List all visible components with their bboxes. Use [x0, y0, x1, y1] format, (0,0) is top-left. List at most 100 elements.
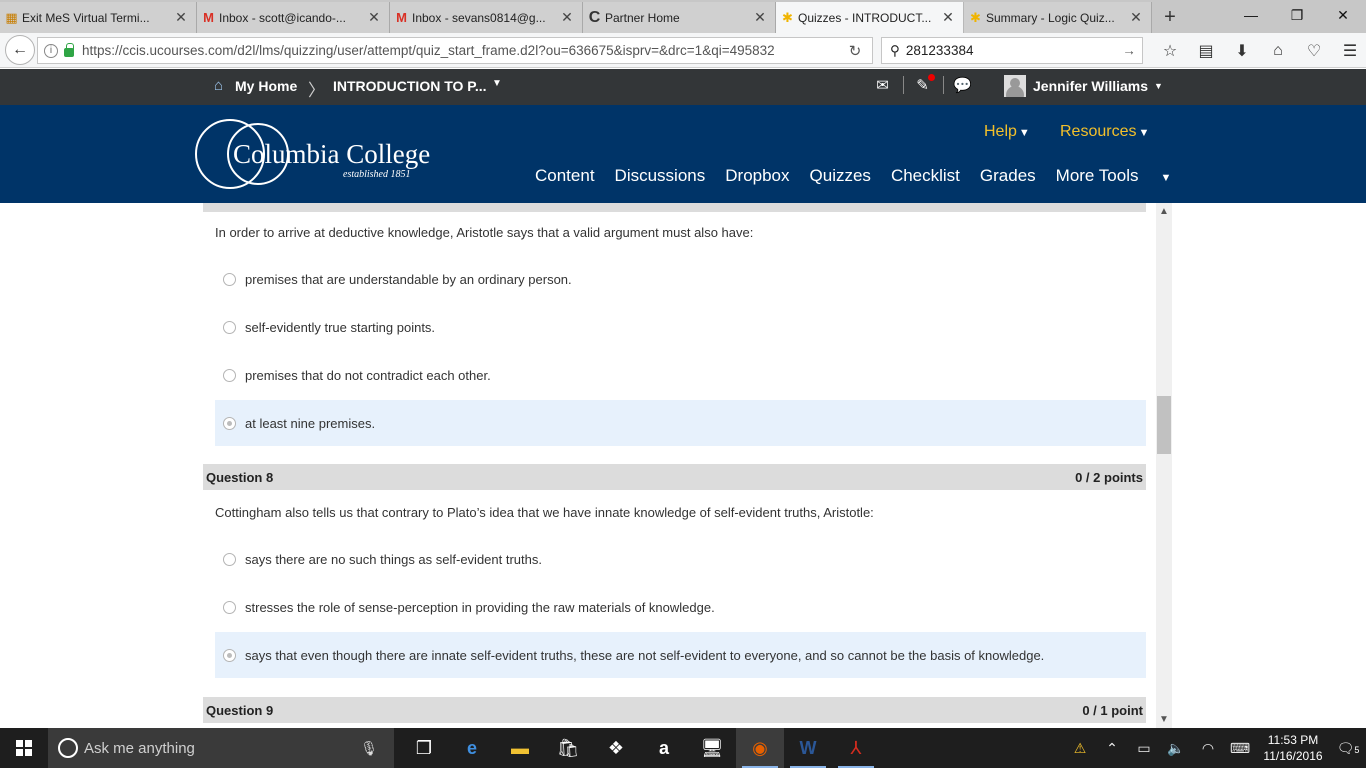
firefox-icon[interactable]: ◉: [736, 728, 784, 768]
toolbar-icons: ☆ ▤ ⬇ ⌂ ♡ ☰: [1152, 33, 1366, 68]
home-icon[interactable]: ⌂: [1260, 42, 1296, 60]
nav-discussions[interactable]: Discussions: [615, 166, 706, 186]
windows-logo-icon: [16, 740, 32, 756]
cortana-search-box[interactable]: Ask me anything 🎙: [48, 728, 394, 768]
help-menu[interactable]: Help ▼: [984, 123, 1030, 141]
browser-tab-active[interactable]: ✱ Quizzes - INTRODUCT... ✕: [776, 2, 964, 33]
pocket-icon[interactable]: ♡: [1296, 41, 1332, 61]
resources-menu[interactable]: Resources ▼: [1060, 123, 1149, 141]
address-bar[interactable]: i https://ccis.ucourses.com/d2l/lms/quiz…: [37, 37, 873, 64]
nav-dropbox[interactable]: Dropbox: [725, 166, 789, 186]
close-icon[interactable]: ✕: [174, 9, 188, 26]
acrobat-icon[interactable]: ⅄: [832, 728, 880, 768]
task-view-icon[interactable]: ❐: [400, 728, 448, 768]
nav-quizzes[interactable]: Quizzes: [810, 166, 871, 186]
answer-option[interactable]: self-evidently true starting points.: [215, 304, 1146, 350]
nav-content[interactable]: Content: [535, 166, 595, 186]
radio-button-selected[interactable]: [223, 648, 236, 662]
browser-tab[interactable]: M Inbox - scott@icando-... ✕: [197, 2, 390, 33]
nav-more-tools[interactable]: More Tools ▼: [1056, 166, 1192, 186]
scroll-down-icon[interactable]: ▼: [1156, 714, 1172, 725]
answer-option[interactable]: premises that are understandable by an o…: [215, 256, 1146, 302]
power-icon[interactable]: ▭: [1128, 740, 1160, 757]
chevron-down-icon: ▼: [1160, 172, 1172, 184]
answer-option[interactable]: premises that do not contradict each oth…: [215, 352, 1146, 398]
question-8-text: Cottingham also tells us that contrary t…: [215, 505, 874, 520]
edge-icon[interactable]: e: [448, 728, 496, 768]
scroll-up-icon[interactable]: ▲: [1156, 206, 1172, 217]
close-icon[interactable]: ✕: [560, 9, 574, 26]
chevron-down-icon: ▼: [1018, 127, 1030, 139]
store-icon[interactable]: 🛍: [544, 728, 592, 768]
radio-button[interactable]: [223, 368, 236, 382]
minimize-icon[interactable]: —: [1228, 0, 1274, 30]
chevron-down-icon[interactable]: ▼: [492, 78, 502, 89]
word-icon[interactable]: W: [784, 728, 832, 768]
d2l-minibar: ⌂ My Home 〉 INTRODUCTION TO P... ▼ ✉ ✎ 💬…: [0, 69, 1366, 105]
page-scrollbar[interactable]: ▲ ▼: [1156, 203, 1172, 728]
url-text[interactable]: https://ccis.ucourses.com/d2l/lms/quizzi…: [82, 43, 838, 58]
reload-icon[interactable]: ↻: [838, 42, 872, 60]
back-arrow-icon[interactable]: ←: [5, 35, 35, 65]
menu-icon[interactable]: ☰: [1332, 41, 1366, 61]
dropbox-icon[interactable]: ❖: [592, 728, 640, 768]
tab-title: Summary - Logic Quiz...: [986, 10, 1115, 25]
remote-desktop-icon[interactable]: 🖥: [688, 728, 736, 768]
radio-button[interactable]: [223, 552, 236, 566]
download-icon[interactable]: ⬇: [1224, 41, 1260, 61]
scrollbar-thumb[interactable]: [1157, 396, 1171, 454]
updates-icon[interactable]: ✎: [912, 74, 935, 94]
chevron-up-icon[interactable]: ⌃: [1096, 740, 1128, 757]
answer-option-selected[interactable]: at least nine premises.: [215, 400, 1146, 446]
microphone-icon[interactable]: 🎙: [360, 740, 378, 757]
info-icon[interactable]: i: [44, 43, 58, 58]
answer-option[interactable]: says there are no such things as self-ev…: [215, 536, 1146, 582]
chevron-down-icon: ▼: [1138, 127, 1150, 139]
keyboard-icon[interactable]: ⌨: [1224, 740, 1256, 757]
tab-title: Inbox - sevans0814@g...: [412, 10, 546, 25]
chat-icon[interactable]: 💬: [952, 76, 973, 94]
start-button[interactable]: [0, 728, 48, 768]
radio-button[interactable]: [223, 600, 236, 614]
more-tools-label: More Tools: [1055, 166, 1139, 185]
browser-tab[interactable]: ▦ Exit MeS Virtual Termi... ✕: [0, 2, 197, 33]
volume-icon[interactable]: 🔈: [1160, 740, 1192, 757]
close-icon[interactable]: ✕: [367, 9, 381, 26]
close-icon[interactable]: ✕: [941, 9, 955, 26]
close-icon[interactable]: ✕: [1129, 9, 1143, 26]
radio-button[interactable]: [223, 320, 236, 334]
browser-tab[interactable]: M Inbox - sevans0814@g... ✕: [390, 2, 583, 33]
answer-option[interactable]: stresses the role of sense-perception in…: [215, 584, 1146, 630]
answer-label: self-evidently true starting points.: [245, 319, 436, 335]
reading-list-icon[interactable]: ▤: [1188, 41, 1224, 61]
close-icon[interactable]: ✕: [753, 9, 767, 26]
new-tab-button[interactable]: +: [1152, 2, 1188, 33]
question-7-text: In order to arrive at deductive knowledg…: [215, 225, 754, 240]
nav-checklist[interactable]: Checklist: [891, 166, 960, 186]
course-selector[interactable]: INTRODUCTION TO P...: [333, 78, 487, 94]
wifi-icon[interactable]: ◠: [1192, 740, 1224, 757]
browser-tab[interactable]: C Partner Home ✕: [583, 2, 776, 33]
amazon-icon[interactable]: a: [640, 728, 688, 768]
radio-button[interactable]: [223, 272, 236, 286]
tab-title: Inbox - scott@icando-...: [219, 10, 346, 25]
bookmark-star-icon[interactable]: ☆: [1152, 41, 1188, 61]
search-go-arrow-icon[interactable]: →: [1116, 43, 1142, 58]
answer-option-selected[interactable]: says that even though there are innate s…: [215, 632, 1146, 678]
my-home-link[interactable]: ⌂ My Home: [214, 78, 297, 95]
email-icon[interactable]: ✉: [872, 76, 893, 94]
file-explorer-icon[interactable]: ▬: [496, 728, 544, 768]
tab-title: Partner Home: [605, 10, 680, 25]
divider: [903, 76, 904, 94]
clock[interactable]: 11:53 PM 11/16/2016: [1256, 732, 1330, 764]
notification-center-icon[interactable]: 🗨5: [1330, 740, 1366, 757]
search-input[interactable]: ⚲ 281233384 →: [881, 37, 1143, 64]
columbia-college-logo[interactable]: Columbia College established 1851: [193, 117, 443, 193]
user-menu[interactable]: Jennifer Williams ▼: [1004, 75, 1163, 97]
close-window-icon[interactable]: ✕: [1320, 0, 1366, 30]
warning-icon[interactable]: ⚠: [1064, 740, 1096, 757]
restore-icon[interactable]: ❐: [1274, 0, 1320, 30]
nav-grades[interactable]: Grades: [980, 166, 1036, 186]
radio-button-selected[interactable]: [223, 416, 236, 430]
browser-tab[interactable]: ✱ Summary - Logic Quiz... ✕: [964, 2, 1152, 33]
